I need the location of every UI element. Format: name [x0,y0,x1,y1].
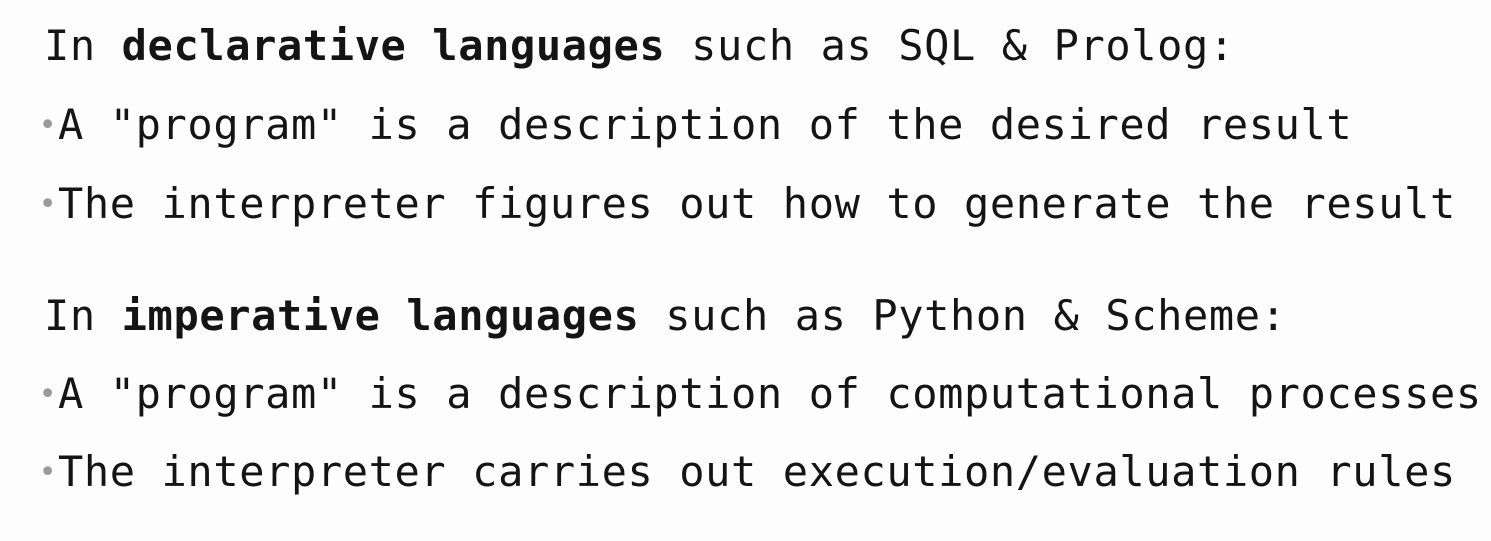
heading-suffix: such as SQL & Prolog: [665,21,1235,70]
bullet-item: •The interpreter carries out execution/e… [38,446,1456,499]
heading-bold-term: imperative languages [121,291,640,340]
heading-prefix: In [44,21,122,70]
heading-bold-term: declarative languages [121,21,666,70]
section-heading-imperative: In imperative languages such as Python &… [44,290,1287,342]
heading-prefix: In [44,291,122,340]
bullet-icon: • [38,187,58,222]
bullet-item: •The interpreter figures out how to gene… [38,178,1456,231]
bullet-text: The interpreter carries out execution/ev… [58,447,1456,496]
bullet-text: A "program" is a description of the desi… [58,100,1353,149]
bullet-icon: • [38,377,58,412]
slide: In declarative languages such as SQL & P… [0,0,1491,541]
bullet-icon: • [38,455,58,490]
bullet-text: The interpreter figures out how to gener… [58,179,1456,228]
bullet-text: A "program" is a description of computat… [58,369,1482,418]
bullet-icon: • [38,108,58,143]
section-heading-declarative: In declarative languages such as SQL & P… [44,20,1235,72]
bullet-item: •A "program" is a description of computa… [38,368,1482,421]
bullet-item: •A "program" is a description of the des… [38,99,1352,152]
heading-suffix: such as Python & Scheme: [639,291,1287,340]
